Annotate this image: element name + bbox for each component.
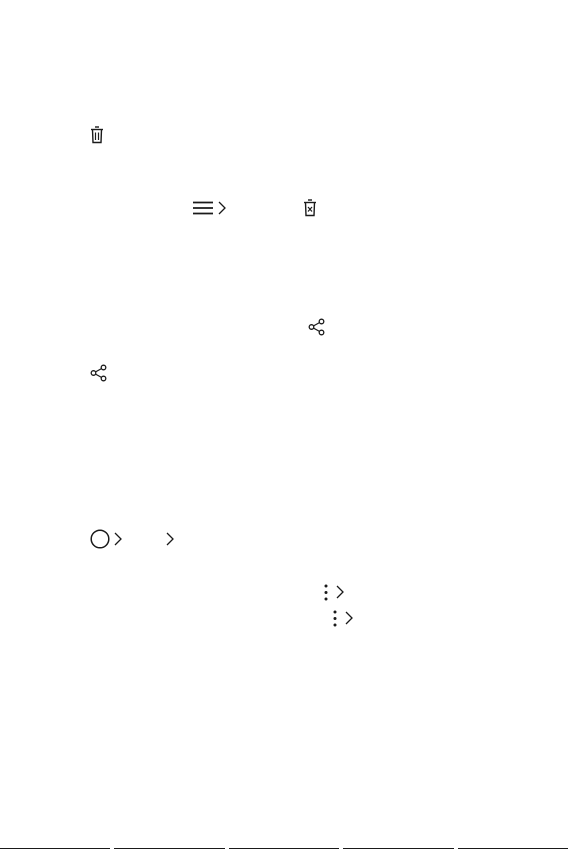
share-icon: [90, 364, 107, 382]
more-vertical-icon: [324, 584, 328, 601]
home-circle-icon: [90, 529, 110, 549]
menu-icon: [193, 201, 213, 215]
manual-page: { "page": { "background": "#ffffff", "in…: [0, 0, 568, 851]
trash-icon: [90, 126, 104, 144]
chevron-right-icon: [166, 532, 174, 546]
chevron-right-icon: [336, 585, 344, 599]
trash-x-icon: [303, 199, 317, 217]
share-icon: [308, 318, 325, 336]
chevron-right-icon: [114, 532, 122, 546]
more-vertical-icon: [333, 610, 337, 627]
chevron-right-icon: [345, 611, 353, 625]
chevron-right-icon: [218, 201, 226, 215]
